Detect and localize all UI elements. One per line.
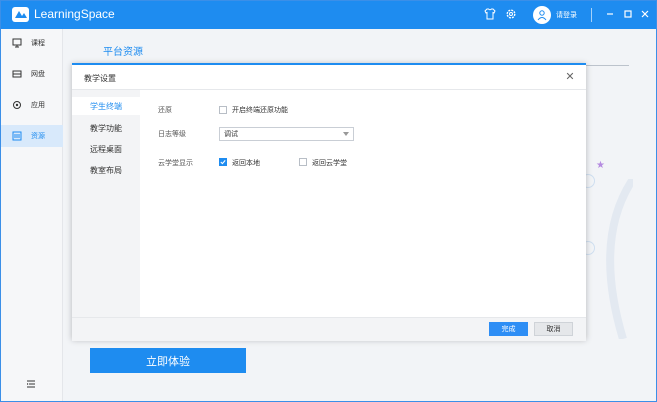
app-title: LearningSpace [34, 7, 115, 21]
tab-teaching-functions[interactable]: 教学功能 [72, 119, 140, 137]
restore-checkbox[interactable] [219, 106, 227, 114]
app-logo-icon [12, 7, 29, 22]
minimize-icon[interactable] [603, 7, 617, 21]
log-level-label: 日志等级 [158, 130, 186, 138]
login-link[interactable]: 请登录 [556, 10, 577, 20]
user-avatar[interactable] [533, 6, 551, 24]
dialog-nav: 学生终端 教学功能 远程桌面 教室布局 [72, 90, 140, 317]
gear-icon[interactable] [504, 7, 518, 21]
drive-icon [12, 70, 22, 78]
try-now-button[interactable]: 立即体验 [90, 348, 246, 373]
sidebar-item-resource[interactable]: 资源 [1, 125, 63, 147]
log-level-select[interactable]: 调试 [219, 127, 354, 141]
sidebar-item-label: 应用 [31, 101, 45, 109]
cloud-display-label: 云学堂显示 [158, 159, 193, 167]
sidebar-item-course[interactable]: 课程 [1, 32, 63, 54]
resource-icon [12, 131, 22, 141]
tab-classroom-layout[interactable]: 教室布局 [72, 161, 140, 179]
dialog-footer: 完成 取消 [72, 317, 586, 341]
sidebar: 课程 网盘 应用 资源 [1, 29, 63, 401]
app-icon [13, 101, 21, 109]
done-button[interactable]: 完成 [489, 322, 528, 336]
title-bar[interactable]: LearningSpace 请登录 [1, 1, 656, 29]
course-icon [12, 38, 22, 48]
return-cloud-label: 返回云学堂 [312, 159, 347, 167]
maximize-icon[interactable] [621, 7, 635, 21]
teaching-settings-dialog: 教学设置 ✕ 学生终端 教学功能 远程桌面 教室布局 还原 开启终端还原功能 日… [72, 63, 586, 341]
return-cloud-checkbox[interactable] [299, 158, 307, 166]
dialog-title: 教学设置 [84, 74, 116, 83]
sidebar-item-label: 课程 [31, 39, 45, 47]
tab-student-terminal[interactable]: 学生终端 [72, 97, 140, 115]
sidebar-item-label: 资源 [31, 132, 45, 140]
return-local-checkbox[interactable] [219, 158, 227, 166]
menu-collapse-icon[interactable] [26, 379, 36, 391]
cancel-button[interactable]: 取消 [534, 322, 573, 336]
page-title: 平台资源 [103, 47, 143, 58]
star-icon: ★ [596, 160, 605, 171]
restore-checkbox-label: 开启终端还原功能 [232, 106, 288, 114]
dialog-header: 教学设置 ✕ [72, 65, 586, 90]
restore-label: 还原 [158, 106, 172, 114]
close-icon[interactable]: ✕ [564, 70, 576, 83]
log-level-value: 调试 [224, 130, 238, 138]
user-icon [537, 10, 547, 21]
chevron-down-icon [343, 132, 349, 136]
sidebar-item-label: 网盘 [31, 70, 45, 78]
return-local-label: 返回本地 [232, 159, 260, 167]
close-icon[interactable] [638, 7, 652, 21]
sidebar-item-drive[interactable]: 网盘 [1, 63, 63, 85]
sidebar-item-app[interactable]: 应用 [1, 94, 63, 116]
shirt-icon[interactable] [483, 7, 497, 21]
titlebar-separator [591, 8, 592, 22]
tab-remote-desktop[interactable]: 远程桌面 [72, 140, 140, 158]
check-icon [220, 160, 226, 165]
app-window: LearningSpace 请登录 课程 网盘 应用 资源 平台资源 ★ 立即体… [0, 0, 657, 402]
